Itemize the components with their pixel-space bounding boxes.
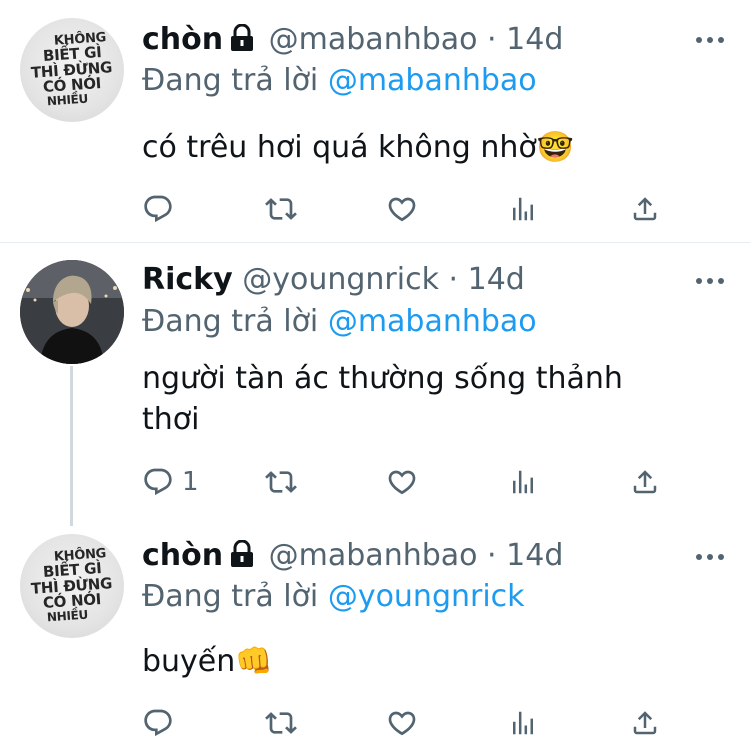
timestamp[interactable]: 14d bbox=[506, 538, 563, 573]
tweet-header: chòn @mabanhbao · 14d bbox=[142, 22, 563, 61]
heart-icon bbox=[388, 470, 416, 495]
avatar[interactable] bbox=[20, 260, 124, 364]
avatar-photo bbox=[20, 260, 124, 364]
retweet-icon bbox=[265, 712, 297, 734]
tweet-actions: 1 bbox=[142, 465, 672, 499]
views-icon bbox=[513, 470, 533, 494]
replying-to: Đang trả lời @mabanhbao bbox=[142, 304, 537, 340]
display-name[interactable]: chòn bbox=[142, 538, 223, 573]
heart-icon bbox=[388, 197, 416, 222]
user-handle[interactable]: @mabanhbao bbox=[269, 22, 478, 57]
mention-link[interactable]: @mabanhbao bbox=[328, 63, 537, 98]
share-icon bbox=[633, 470, 657, 494]
timestamp[interactable]: 14d bbox=[468, 262, 525, 297]
thread-line bbox=[70, 366, 73, 526]
retweet-button[interactable] bbox=[264, 465, 298, 499]
views-icon bbox=[513, 197, 533, 221]
separator-dot: · bbox=[448, 262, 459, 297]
share-button[interactable] bbox=[630, 706, 660, 740]
replying-to: Đang trả lời @mabanhbao bbox=[142, 63, 537, 99]
lock-icon bbox=[229, 539, 255, 577]
replying-to: Đang trả lời @youngnrick bbox=[142, 579, 525, 615]
like-button[interactable] bbox=[386, 465, 418, 499]
display-name[interactable]: chòn bbox=[142, 22, 223, 57]
tweet-actions bbox=[142, 192, 672, 226]
reply-icon bbox=[144, 468, 172, 496]
divider bbox=[0, 242, 750, 243]
replying-to-label: Đang trả lời bbox=[142, 579, 319, 614]
avatar-text-line: NHIỀU bbox=[46, 91, 88, 109]
retweet-button[interactable] bbox=[264, 192, 298, 226]
reply-button[interactable]: 1 bbox=[142, 465, 199, 499]
user-handle[interactable]: @youngnrick bbox=[242, 262, 439, 297]
reply-icon bbox=[144, 709, 172, 737]
reply-icon bbox=[144, 195, 172, 223]
more-icon[interactable] bbox=[696, 276, 724, 286]
avatar[interactable]: KHÔNG BIẾT GÌ THÌ ĐỪNG CÓ NÓI NHIỀU bbox=[20, 18, 124, 122]
tweet-actions bbox=[142, 706, 672, 740]
like-button[interactable] bbox=[386, 706, 418, 740]
views-button[interactable] bbox=[508, 465, 538, 499]
tweet-text: có trêu hơi quá không nhờ🤓 bbox=[142, 130, 575, 165]
tweet-header: Ricky @youngnrick · 14d bbox=[142, 262, 525, 298]
replying-to-label: Đang trả lời bbox=[142, 63, 319, 98]
like-button[interactable] bbox=[386, 192, 418, 226]
tweet-text: người tàn ác thường sống thảnh thơi bbox=[142, 361, 623, 437]
mention-link[interactable]: @mabanhbao bbox=[328, 304, 537, 339]
display-name[interactable]: Ricky bbox=[142, 262, 233, 297]
share-icon bbox=[633, 711, 657, 735]
avatar-text-line: NHIỀU bbox=[46, 607, 88, 625]
tweet-header: chòn @mabanhbao · 14d bbox=[142, 538, 563, 577]
tweet-text: buyến👊 bbox=[142, 644, 273, 679]
separator-dot: · bbox=[487, 22, 497, 57]
share-button[interactable] bbox=[630, 465, 660, 499]
reply-count: 1 bbox=[182, 467, 199, 497]
reply-button[interactable] bbox=[142, 192, 182, 226]
retweet-icon bbox=[265, 198, 297, 220]
views-button[interactable] bbox=[508, 192, 538, 226]
share-button[interactable] bbox=[630, 192, 660, 226]
lock-icon bbox=[229, 23, 255, 61]
separator-dot: · bbox=[487, 538, 497, 573]
reply-button[interactable] bbox=[142, 706, 182, 740]
avatar[interactable]: KHÔNG BIẾT GÌ THÌ ĐỪNG CÓ NÓI NHIỀU bbox=[20, 534, 124, 638]
views-button[interactable] bbox=[508, 706, 538, 740]
more-icon[interactable] bbox=[696, 552, 724, 562]
views-icon bbox=[513, 711, 533, 735]
replying-to-label: Đang trả lời bbox=[142, 304, 319, 339]
user-handle[interactable]: @mabanhbao bbox=[269, 538, 478, 573]
timestamp[interactable]: 14d bbox=[506, 22, 563, 57]
mention-link[interactable]: @youngnrick bbox=[328, 579, 525, 614]
share-icon bbox=[633, 197, 657, 221]
more-icon[interactable] bbox=[696, 35, 724, 45]
retweet-button[interactable] bbox=[264, 706, 298, 740]
retweet-icon bbox=[265, 471, 297, 493]
heart-icon bbox=[388, 711, 416, 736]
